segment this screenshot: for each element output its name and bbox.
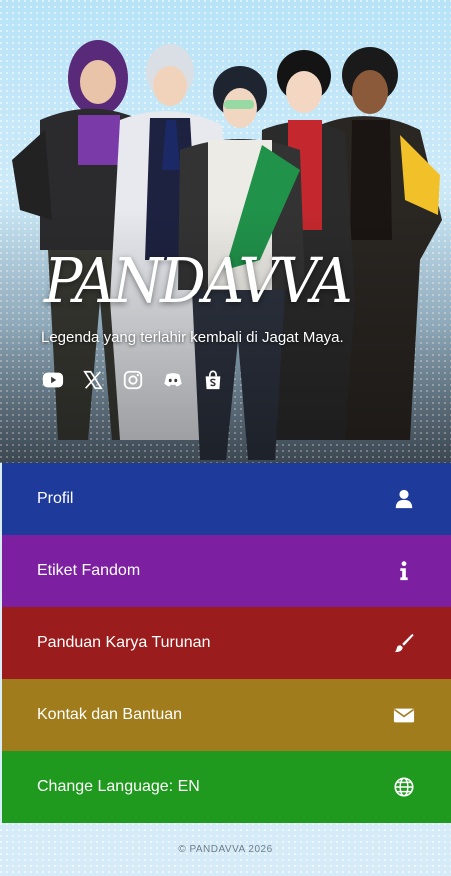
menu-item-label: Profil bbox=[37, 490, 74, 507]
envelope-icon bbox=[393, 704, 415, 726]
youtube-icon[interactable] bbox=[42, 369, 64, 391]
menu-item-panduan-karya-turunan[interactable]: Panduan Karya Turunan bbox=[2, 607, 451, 679]
tagline: Legenda yang terlahir kembali di Jagat M… bbox=[41, 329, 344, 346]
menu-item-label: Etiket Fandom bbox=[37, 562, 141, 579]
brand-logo: PANDAVVA bbox=[44, 244, 353, 317]
info-icon bbox=[393, 560, 415, 582]
instagram-icon[interactable] bbox=[122, 369, 144, 391]
menu-item-profil[interactable]: Profil bbox=[2, 463, 451, 535]
hero-banner: PANDAVVA Legenda yang terlahir kembali d… bbox=[0, 0, 451, 463]
menu-item-label: Panduan Karya Turunan bbox=[37, 634, 211, 651]
hero-overlay bbox=[0, 0, 451, 463]
x-twitter-icon[interactable] bbox=[82, 369, 104, 391]
menu-item-label: Change Language: EN bbox=[37, 778, 200, 795]
copyright-text: © PANDAVVA 2026 bbox=[178, 844, 273, 855]
paintbrush-icon bbox=[393, 632, 415, 654]
globe-icon bbox=[393, 776, 415, 798]
social-links bbox=[42, 369, 224, 391]
menu-item-etiket-fandom[interactable]: Etiket Fandom bbox=[2, 535, 451, 607]
menu-item-label: Kontak dan Bantuan bbox=[37, 706, 183, 723]
main-menu: Profil Etiket Fandom Panduan Karya Turun… bbox=[2, 463, 451, 823]
shopee-icon[interactable] bbox=[202, 369, 224, 391]
discord-icon[interactable] bbox=[162, 369, 184, 391]
menu-item-kontak-dan-bantuan[interactable]: Kontak dan Bantuan bbox=[2, 679, 451, 751]
footer: © PANDAVVA 2026 bbox=[0, 823, 451, 876]
menu-item-change-language[interactable]: Change Language: EN bbox=[2, 751, 451, 823]
user-icon bbox=[393, 488, 415, 510]
